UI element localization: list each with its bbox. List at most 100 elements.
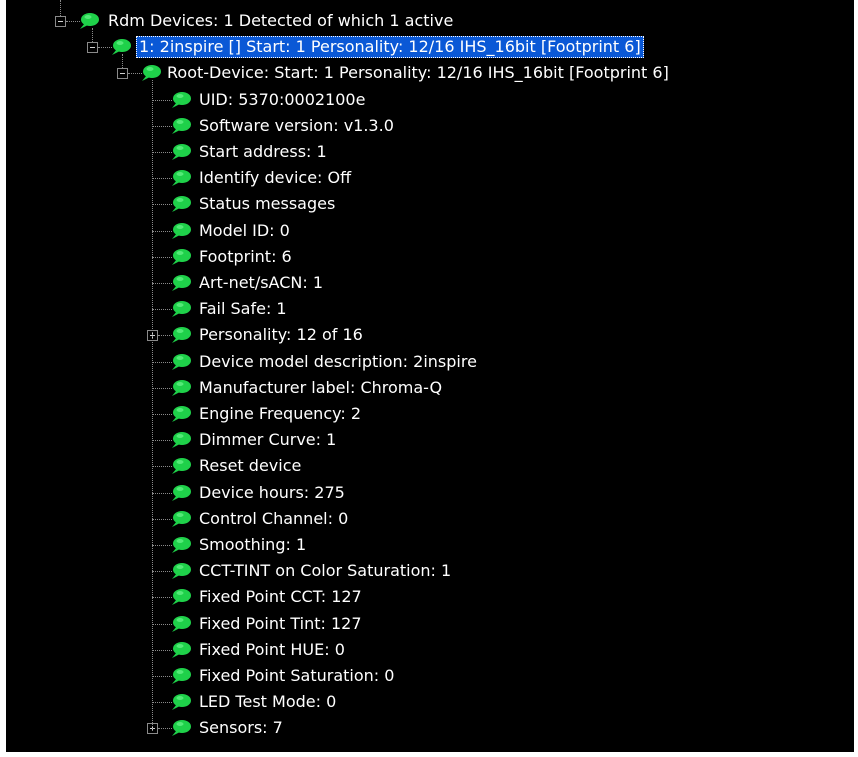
tree-node-device[interactable]: 1: 2inspire [] Start: 1 Personality: 12/…: [6, 34, 854, 60]
tree-connector-line: [152, 309, 172, 311]
tree-item-label: Manufacturer label: Chroma-Q: [199, 377, 443, 397]
tree-connector-line: [152, 492, 172, 494]
tree-item-label: Fixed Point Saturation: 0: [199, 666, 395, 685]
tree-connector-line: [152, 571, 172, 573]
tree-connector-line: [152, 283, 172, 284]
tree-connector-line: [152, 125, 172, 127]
rdm-tree-panel: Rdm Devices: 1 Detected of which 1 activ…: [6, 0, 854, 752]
tree-node-label: Rdm Devices: 1 Detected of which 1 activ…: [108, 11, 454, 30]
collapse-toggle-icon[interactable]: [117, 68, 128, 80]
tree-item-label: Dimmer Curve: 1: [199, 430, 337, 450]
speech-bubble-icon: [170, 457, 192, 475]
tree-item-fail-safe[interactable]: Fail Safe: 1: [6, 296, 854, 322]
speech-bubble-icon: [170, 588, 192, 606]
tree-connector-line: [152, 518, 172, 520]
tree-connector-line: [152, 256, 172, 258]
speech-bubble-icon: [78, 12, 100, 30]
tree-item-label: Start address: 1: [199, 142, 327, 161]
tree-item-model-id[interactable]: Model ID: 0: [6, 218, 854, 244]
collapse-toggle-icon[interactable]: [87, 42, 98, 54]
tree-item-personality[interactable]: Personality: 12 of 16: [6, 322, 854, 348]
tree-item-label: LED Test Mode: 0: [199, 692, 337, 712]
tree-item-label: Model ID: 0: [199, 220, 290, 240]
tree-connector-line: [152, 387, 172, 389]
tree-connector-line: [152, 178, 172, 180]
speech-bubble-icon: [170, 248, 192, 266]
speech-bubble-icon: [170, 641, 192, 659]
tree-item-label: Footprint: 6: [199, 246, 292, 266]
tree-item-art-net-sacn[interactable]: Art-net/sACN: 1: [6, 270, 854, 296]
speech-bubble-icon: [170, 274, 192, 292]
tree-connector-line: [152, 545, 172, 546]
tree-item-sensors[interactable]: Sensors: 7: [6, 715, 854, 741]
tree-item-device-hours[interactable]: Device hours: 275: [6, 480, 854, 506]
speech-bubble-icon: [170, 143, 192, 161]
tree-connector-line: [152, 80, 153, 732]
speech-bubble-icon: [170, 91, 192, 109]
tree-connector-line: [152, 649, 172, 651]
tree-connector-line: [152, 676, 172, 677]
speech-bubble-icon: [170, 405, 192, 423]
speech-bubble-icon: [170, 536, 192, 554]
tree-item-identify-device[interactable]: Identify device: Off: [6, 165, 854, 191]
speech-bubble-icon: [170, 615, 192, 633]
speech-bubble-icon: [170, 510, 192, 528]
tree-item-manufacturer-label[interactable]: Manufacturer label: Chroma-Q: [6, 375, 854, 401]
tree-connector-line: [152, 230, 172, 232]
speech-bubble-icon: [170, 719, 192, 737]
tree-item-led-test-mode[interactable]: LED Test Mode: 0: [6, 689, 854, 715]
tree-item-reset-device[interactable]: Reset device: [6, 453, 854, 479]
speech-bubble-icon: [170, 379, 192, 397]
tree-item-label: Smoothing: 1: [199, 535, 307, 554]
tree-connector-line: [152, 414, 172, 415]
tree-item-fixed-point-hue[interactable]: Fixed Point HUE: 0: [6, 637, 854, 663]
tree-item-label: Reset device: [199, 456, 302, 476]
tree-item-dimmer-curve[interactable]: Dimmer Curve: 1: [6, 427, 854, 453]
tree-item-label: CCT-TINT on Color Saturation: 1: [199, 561, 452, 581]
tree-item-label: Status messages: [199, 194, 336, 214]
tree-item-status-messages[interactable]: Status messages: [6, 191, 854, 217]
speech-bubble-icon: [170, 353, 192, 371]
tree-item-device-model-description[interactable]: Device model description: 2inspire: [6, 349, 854, 375]
rdm-device-tree[interactable]: Rdm Devices: 1 Detected of which 1 activ…: [6, 0, 854, 752]
tree-item-fixed-point-cct[interactable]: Fixed Point CCT: 127: [6, 584, 854, 610]
speech-bubble-icon: [170, 169, 192, 187]
tree-item-footprint[interactable]: Footprint: 6: [6, 244, 854, 270]
tree-item-label: Fixed Point Tint: 127: [199, 613, 362, 633]
tree-connector-line: [60, 0, 61, 16]
tree-item-label: Sensors: 7: [199, 718, 283, 738]
tree-connector-line: [92, 28, 93, 43]
tree-item-label: Fixed Point CCT: 127: [199, 587, 362, 607]
tree-item-label: Art-net/sACN: 1: [199, 273, 324, 292]
tree-item-fixed-point-saturation[interactable]: Fixed Point Saturation: 0: [6, 663, 854, 689]
tree-connector-line: [152, 440, 172, 442]
tree-item-label: Personality: 12 of 16: [199, 325, 363, 345]
tree-connector-line: [152, 597, 172, 599]
speech-bubble-icon: [140, 64, 162, 82]
collapse-toggle-icon[interactable]: [55, 16, 66, 27]
tree-node-label: 1: 2inspire [] Start: 1 Personality: 12/…: [136, 36, 644, 59]
speech-bubble-icon: [170, 484, 192, 502]
tree-node-rdm-devices[interactable]: Rdm Devices: 1 Detected of which 1 activ…: [6, 8, 854, 34]
tree-item-label: UID: 5370:0002100e: [199, 89, 366, 109]
tree-item-uid[interactable]: UID: 5370:0002100e: [6, 87, 854, 113]
tree-item-label: Fail Safe: 1: [199, 299, 287, 319]
tree-connector-line: [122, 54, 123, 69]
tree-item-label: Fixed Point HUE: 0: [199, 639, 345, 659]
tree-item-label: Software version: v1.3.0: [199, 115, 394, 135]
tree-item-control-channel[interactable]: Control Channel: 0: [6, 506, 854, 532]
tree-item-fixed-point-tint[interactable]: Fixed Point Tint: 127: [6, 611, 854, 637]
tree-item-engine-frequency[interactable]: Engine Frequency: 2: [6, 401, 854, 427]
tree-node-root-device[interactable]: Root-Device: Start: 1 Personality: 12/16…: [6, 60, 854, 86]
tree-item-smoothing[interactable]: Smoothing: 1: [6, 532, 854, 558]
tree-item-software-version[interactable]: Software version: v1.3.0: [6, 113, 854, 139]
tree-item-label: Control Channel: 0: [199, 508, 349, 528]
tree-item-start-address[interactable]: Start address: 1: [6, 139, 854, 165]
tree-item-cct-tint-on-color-saturation[interactable]: CCT-TINT on Color Saturation: 1: [6, 558, 854, 584]
tree-item-label: Engine Frequency: 2: [199, 404, 362, 423]
tree-connector-line: [152, 361, 172, 363]
tree-item-label: Device model description: 2inspire: [199, 351, 477, 371]
tree-connector-line: [152, 466, 172, 468]
speech-bubble-icon: [170, 562, 192, 580]
speech-bubble-icon: [110, 38, 132, 56]
